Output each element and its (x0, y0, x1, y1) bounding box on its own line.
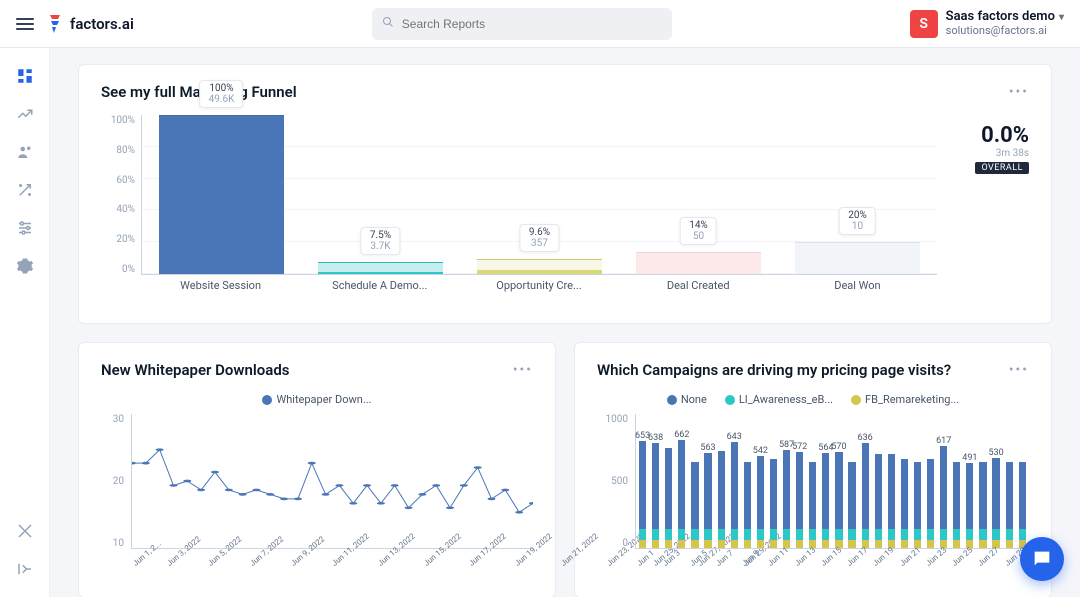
user-avatar: S (910, 10, 938, 38)
funnel-bar[interactable]: 100%49.6K (159, 115, 283, 274)
card-menu-icon[interactable]: ••• (1009, 84, 1029, 100)
whitepaper-chart: 302010 Jun 1, 2...Jun 3, 2022Jun 5, 2022… (101, 414, 533, 579)
campaign-bar[interactable] (927, 459, 934, 548)
nav-analytics-icon[interactable] (15, 104, 35, 124)
funnel-bar-pct: 7.5% (370, 230, 391, 241)
user-email: solutions@factors.ai (946, 25, 1064, 37)
campaigns-chart: 10005000 6536386625636435425875725645706… (597, 414, 1029, 579)
campaign-bar[interactable] (822, 453, 829, 548)
funnel-x-label: Deal Won (778, 279, 937, 305)
main-content: See my full Marketing Funnel ••• 100%80%… (50, 48, 1080, 597)
brand-logo: factors.ai (48, 15, 134, 33)
nav-dashboards-icon[interactable] (15, 66, 35, 86)
campaign-bar[interactable] (639, 441, 646, 548)
campaign-bar[interactable] (875, 454, 882, 548)
whitepaper-title: New Whitepaper Downloads (101, 361, 289, 379)
nav-people-icon[interactable] (15, 142, 35, 162)
funnel-chart: 100%80%60%40%20%0% 100%49.6K7.5%3.7K9.6%… (101, 115, 937, 305)
campaign-bar[interactable] (678, 440, 685, 548)
campaign-bar[interactable] (979, 462, 986, 548)
campaign-bar[interactable] (770, 459, 777, 548)
search-box[interactable] (372, 8, 672, 40)
nav-settings-icon[interactable] (15, 256, 35, 276)
nav-collapse-icon[interactable] (15, 559, 35, 579)
campaign-bar[interactable] (940, 446, 947, 548)
campaign-bar[interactable] (744, 462, 751, 548)
funnel-x-label: Website Session (141, 279, 300, 305)
campaign-bar[interactable] (783, 450, 790, 548)
funnel-x-label: Schedule A Demo... (300, 279, 459, 305)
campaign-bar[interactable] (652, 443, 659, 548)
funnel-x-label: Opportunity Cre... (459, 279, 618, 305)
campaign-bar[interactable] (809, 462, 816, 548)
card-menu-icon[interactable]: ••• (1009, 362, 1029, 378)
funnel-bar-count: 357 (529, 238, 550, 249)
user-menu[interactable]: S Saas factors demo ▾ solutions@factors.… (910, 10, 1064, 38)
campaign-bar[interactable] (1019, 462, 1026, 548)
funnel-bar-pct: 20% (848, 210, 867, 221)
campaign-bar[interactable] (1006, 462, 1013, 548)
funnel-card: See my full Marketing Funnel ••• 100%80%… (78, 64, 1052, 324)
nav-magic-icon[interactable] (15, 180, 35, 200)
campaign-bar[interactable] (731, 442, 738, 548)
campaign-bar[interactable] (691, 462, 698, 548)
topbar: factors.ai S Saas factors demo ▾ solutio… (0, 0, 1080, 48)
campaign-bar[interactable] (901, 459, 908, 548)
overall-duration: 3m 38s (996, 148, 1029, 159)
workspace-name: Saas factors demo (946, 10, 1055, 24)
campaigns-legend: None LI_Awareness_eB... FB_Remareketing.… (597, 393, 1029, 406)
campaign-bar[interactable] (665, 448, 672, 548)
brand-name: factors.ai (70, 15, 134, 33)
campaign-bar[interactable] (757, 456, 764, 548)
side-nav (0, 48, 50, 597)
chat-launcher-icon[interactable] (1020, 537, 1064, 581)
funnel-bar[interactable]: 20%10 (795, 242, 919, 274)
whitepaper-card: New Whitepaper Downloads ••• Whitepaper … (78, 342, 556, 597)
campaign-bar[interactable] (862, 443, 869, 548)
campaign-bar[interactable] (888, 454, 895, 548)
funnel-bar[interactable]: 9.6%357 (477, 259, 601, 274)
overall-tag: OVERALL (975, 162, 1029, 174)
brand-glyph-icon (48, 15, 64, 33)
whitepaper-legend: Whitepaper Down... (101, 393, 533, 406)
campaign-bar[interactable] (914, 462, 921, 548)
nav-tools-icon[interactable] (15, 521, 35, 541)
campaign-bar[interactable] (835, 452, 842, 548)
campaign-bar[interactable] (953, 462, 960, 548)
campaign-bar[interactable] (796, 452, 803, 548)
caret-down-icon: ▾ (1059, 12, 1064, 23)
funnel-bar-count: 50 (689, 231, 708, 242)
campaign-bar[interactable] (992, 458, 999, 548)
funnel-bar-pct: 100% (209, 83, 235, 94)
funnel-summary: 0.0% 3m 38s OVERALL (949, 115, 1029, 305)
overall-conversion: 0.0% (981, 123, 1029, 148)
campaigns-card: Which Campaigns are driving my pricing p… (574, 342, 1052, 597)
search-input[interactable] (400, 16, 662, 32)
funnel-bar-count: 10 (848, 221, 867, 232)
nav-sliders-icon[interactable] (15, 218, 35, 238)
funnel-bar[interactable]: 14%50 (636, 252, 760, 274)
campaign-bar[interactable] (718, 451, 725, 548)
campaigns-title: Which Campaigns are driving my pricing p… (597, 361, 951, 379)
funnel-bar-pct: 14% (689, 220, 708, 231)
search-icon (382, 16, 394, 32)
campaign-bar[interactable] (704, 453, 711, 548)
funnel-bar[interactable]: 7.5%3.7K (318, 262, 442, 274)
menu-toggle-icon[interactable] (16, 18, 34, 30)
funnel-bar-count: 49.6K (209, 94, 235, 105)
funnel-bar-count: 3.7K (370, 241, 391, 252)
funnel-x-label: Deal Created (619, 279, 778, 305)
campaign-bar[interactable] (966, 463, 973, 548)
funnel-bar-pct: 9.6% (529, 227, 550, 238)
campaign-bar[interactable] (848, 462, 855, 548)
card-menu-icon[interactable]: ••• (513, 362, 533, 378)
